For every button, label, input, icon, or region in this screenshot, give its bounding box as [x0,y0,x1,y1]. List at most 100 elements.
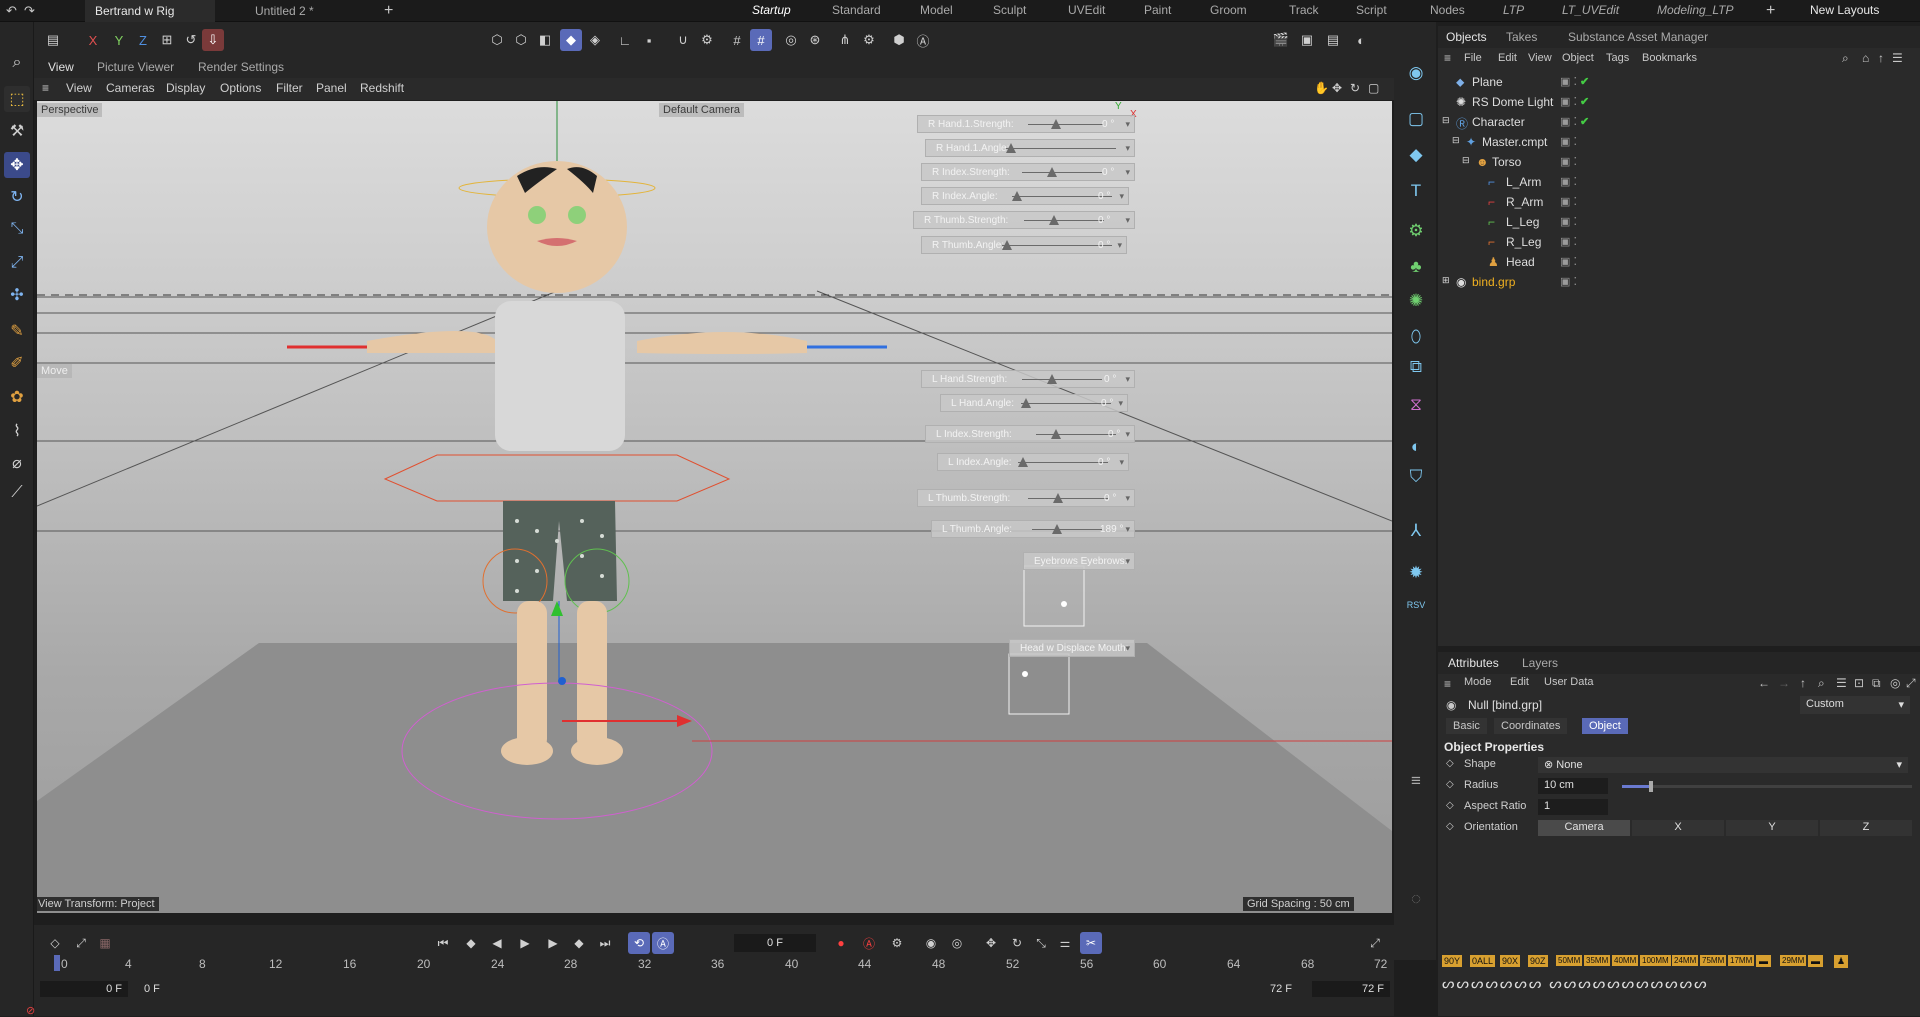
radius-slider-knob[interactable] [1649,781,1653,792]
loop-icon[interactable]: ⟲ [628,932,650,954]
selection-icon[interactable]: ⬚ [4,86,30,112]
shape-dropdown[interactable]: ⊗ None ▾ [1538,757,1908,773]
play-icon[interactable]: ▶ [514,932,536,954]
list-item[interactable]: ⊟ ☻ Torso ▣ ⁚ [1438,152,1920,172]
menu-tags[interactable]: Tags [1606,52,1629,64]
list-item[interactable]: ⌐ R_Leg ▣ ⁚ [1438,232,1920,252]
autokey-icon[interactable]: Ⓐ [858,932,880,954]
list-item[interactable]: ⊟ Ⓡ Character ▣ ⁚ ✔ [1438,112,1920,132]
hud-slider[interactable]: R Index.Angle: 0 ° ▾ [921,187,1129,205]
playback-mode-icon[interactable]: Ⓐ [652,932,674,954]
popout-icon[interactable]: ⤢ [1906,676,1916,691]
expand-icon[interactable]: ⊟ [1452,135,1460,146]
spline-pen-icon[interactable]: ✎ [4,318,30,344]
lock-icon[interactable]: ⊡ [1854,676,1864,690]
list-item[interactable]: ⊞ ◉ bind.grp ▣ ⁚ [1438,272,1920,292]
texture-mode-icon[interactable]: ▪ [638,29,660,51]
hud-slider[interactable]: L Hand.Angle: 0 ° ▾ [940,394,1128,412]
record-icon[interactable]: ● [830,932,852,954]
layout-paint[interactable]: Paint [1144,3,1171,17]
redo-icon[interactable]: ↷ [24,3,35,19]
frame-end-field[interactable]: 72 F [1312,981,1390,997]
preset-button[interactable]: 90X [1500,955,1521,967]
preset-button[interactable]: 75MM [1700,955,1727,966]
symmetry-object-icon[interactable]: ⚙ [1403,218,1429,244]
paint-icon[interactable]: ✿ [4,384,30,410]
go-start-icon[interactable]: ⏮ [432,932,454,954]
filter-icon[interactable]: ☰ [1892,51,1903,65]
download-icon[interactable]: ⇩ [202,29,224,51]
list-item[interactable]: ♟ Head ▣ ⁚ [1438,252,1920,272]
menu-file[interactable]: File [1464,52,1482,64]
menu-mode[interactable]: Mode [1464,676,1492,688]
up-arrow-icon[interactable]: ↑ [1800,676,1806,690]
hud-slider[interactable]: R Thumb.Angle: 0 ° ▾ [921,236,1127,254]
next-key-icon[interactable]: ◆ [568,932,590,954]
tab-file-2[interactable]: Untitled 2 * [245,0,324,22]
filter-icon[interactable]: ☰ [1836,676,1847,690]
list-item[interactable]: ⌐ L_Leg ▣ ⁚ [1438,212,1920,232]
go-end-icon[interactable]: ⏭ [594,932,616,954]
radius-field[interactable]: 10 cm [1538,778,1608,794]
move-view-icon[interactable]: ✥ [1332,81,1342,95]
redshift-ipr-icon[interactable]: ◐ [1350,29,1372,51]
light-icon[interactable]: ✹ [1403,560,1429,586]
key-mode-icon[interactable]: ◉ [920,932,942,954]
keyframe-icon[interactable]: ◇ [44,932,66,954]
hud-slider[interactable]: R Hand.1.Angle: ▾ [925,139,1135,157]
snap-active-icon[interactable]: # [750,29,772,51]
tab-objects[interactable]: Objects [1446,30,1487,44]
layout-startup[interactable]: Startup [752,3,791,17]
diamond-icon[interactable]: ◇ [1446,800,1454,811]
menu-edit[interactable]: Edit [1510,676,1529,688]
menu-view[interactable]: View [66,81,92,95]
effector-icon[interactable]: ✺ [1403,288,1429,314]
hud-slider[interactable]: L Index.Angle: 0 ° ▾ [937,453,1129,471]
grid-snap-icon[interactable]: # [726,29,748,51]
playhead[interactable] [54,955,60,971]
soft-selection-icon[interactable]: ⚒ [4,118,30,144]
uv-mode-icon[interactable]: ◈ [584,29,606,51]
brush-icon[interactable]: ⌇ [4,418,30,444]
snap-settings-icon[interactable]: ⚙ [696,29,718,51]
layout-modeling-ltp[interactable]: Modeling_LTP [1657,3,1734,17]
orient-y[interactable]: Y [1726,820,1818,836]
autokey-grid-icon[interactable]: ▦ [94,932,116,954]
3d-viewport[interactable]: Y X Perspective Default Camera Move R Ha… [37,101,1392,913]
list-item[interactable]: ⌐ R_Arm ▣ ⁚ [1438,192,1920,212]
prev-frame-icon[interactable]: ◀ [486,932,508,954]
settings-icon[interactable]: ◎ [1890,676,1900,690]
redshift-icon[interactable]: RSV [1403,592,1429,618]
visibility-check-icon[interactable]: ▣ ⁚ [1560,155,1577,168]
undo-icon[interactable]: ↶ [6,3,17,19]
tab-object[interactable]: Object [1582,718,1628,734]
x-axis-toggle[interactable]: X [82,29,104,51]
menu-edit[interactable]: Edit [1498,52,1517,64]
layout-ltp[interactable]: LTP [1503,3,1524,17]
list-item[interactable]: ⬥ Plane ▣ ⁚ ✔ [1438,72,1920,92]
sketch-icon[interactable]: ✐ [4,350,30,376]
preset-button[interactable]: 0ALL [1470,955,1496,967]
menu-view[interactable]: View [1528,52,1552,64]
frame-start-field[interactable]: 0 F [40,981,128,997]
preset-button[interactable]: 90Z [1528,955,1548,967]
cinema-menu-icon[interactable]: ▤ [42,29,64,51]
key-settings-icon[interactable]: ⚙ [886,932,908,954]
preset-icon[interactable]: ▬ [1756,955,1771,967]
preset-button[interactable]: 35MM [1584,955,1611,966]
preset-button[interactable]: 29MM [1780,955,1807,966]
axis-mode-icon[interactable]: ∟ [614,29,636,51]
symmetry-icon[interactable]: ⋔ [834,29,856,51]
character-icon[interactable]: ⅄ [1403,518,1429,544]
list-item[interactable]: ⌐ L_Arm ▣ ⁚ [1438,172,1920,192]
preset-button[interactable]: 50MM [1556,955,1583,966]
preset-icon[interactable]: ▬ [1808,955,1823,967]
cloner-icon[interactable]: ♣ [1403,254,1429,280]
layout-uvedit[interactable]: UVEdit [1068,3,1105,17]
scale-icon[interactable]: ⤡ [4,216,30,242]
forward-arrow-icon[interactable]: → [1778,676,1790,690]
tab-render-settings[interactable]: Render Settings [198,60,284,74]
y-axis-toggle[interactable]: Y [108,29,130,51]
environment-icon[interactable]: ◐ [1403,434,1429,460]
aspect-ratio-field[interactable]: 1 [1538,799,1608,815]
